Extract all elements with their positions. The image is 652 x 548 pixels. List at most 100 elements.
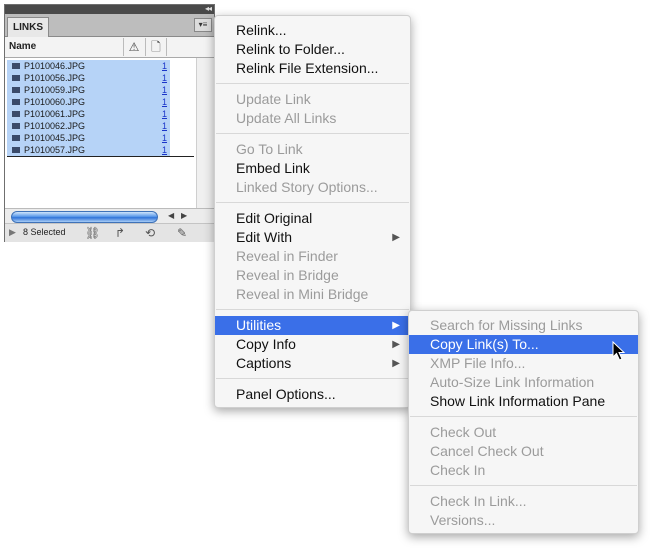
menu-item-go-to-link[interactable]: Go To Link — [215, 140, 410, 159]
menu-item-relink[interactable]: Relink... — [215, 21, 410, 40]
submenu-arrow-icon: ▶ — [392, 320, 400, 331]
menu-separator — [216, 309, 409, 310]
file-name: P1010061.JPG — [24, 109, 86, 119]
disclosure-triangle-icon[interactable]: ▶ — [9, 227, 16, 238]
menu-item-reveal-in-finder[interactable]: Reveal in Finder — [215, 247, 410, 266]
panel-title-bar[interactable]: ◂◂ — [5, 4, 214, 14]
file-name: P1010046.JPG — [24, 61, 86, 71]
image-file-icon — [12, 99, 20, 105]
page-link[interactable]: 1 — [162, 84, 167, 96]
list-item[interactable]: P1010062.JPG 1 — [7, 120, 170, 132]
name-column-header[interactable]: Name — [9, 41, 36, 52]
menu-item-reveal-in-mini-bridge[interactable]: Reveal in Mini Bridge — [215, 285, 410, 304]
scroll-left-icon[interactable]: ◀ — [168, 209, 174, 223]
menu-item-auto-size-link-info[interactable]: Auto-Size Link Information — [409, 373, 638, 392]
page-link[interactable]: 1 — [162, 96, 167, 108]
menu-item-search-missing-links[interactable]: Search for Missing Links — [409, 316, 638, 335]
submenu-arrow-icon: ▶ — [392, 358, 400, 369]
menu-item-relink-to-folder[interactable]: Relink to Folder... — [215, 40, 410, 59]
panel-menu-button[interactable]: ▾≡ — [194, 18, 212, 32]
menu-item-show-link-info-pane[interactable]: Show Link Information Pane — [409, 392, 638, 411]
menu-item-edit-with[interactable]: Edit With ▶ — [215, 228, 410, 247]
relink-icon[interactable]: ⛓ — [85, 226, 100, 240]
links-panel: ◂◂ LINKS ▾≡ Name ⚠ 🗋 P1010046.JPG 1 P101… — [4, 4, 215, 242]
menu-item-label: Edit With — [236, 229, 293, 245]
menu-item-panel-options[interactable]: Panel Options... — [215, 385, 410, 404]
list-item[interactable]: P1010046.JPG 1 — [7, 60, 170, 72]
scroll-right-icon[interactable]: ▶ — [181, 209, 187, 223]
menu-separator — [216, 378, 409, 379]
menu-item-linked-story-options[interactable]: Linked Story Options... — [215, 178, 410, 197]
file-name: P1010045.JPG — [24, 133, 86, 143]
menu-separator — [216, 133, 409, 134]
menu-item-copy-links-to[interactable]: Copy Link(s) To... — [409, 335, 638, 354]
menu-item-embed-link[interactable]: Embed Link — [215, 159, 410, 178]
link-info-divider[interactable] — [7, 156, 194, 157]
page-link[interactable]: 1 — [162, 132, 167, 144]
page-link[interactable]: 1 — [162, 60, 167, 72]
menu-separator — [410, 416, 637, 417]
file-name: P1010056.JPG — [24, 73, 86, 83]
menu-separator — [216, 83, 409, 84]
image-file-icon — [12, 147, 20, 153]
edit-original-icon[interactable]: ✎ — [177, 226, 187, 240]
menu-item-cancel-check-out[interactable]: Cancel Check Out — [409, 442, 638, 461]
file-name: P1010062.JPG — [24, 121, 86, 131]
menu-item-copy-info[interactable]: Copy Info ▶ — [215, 335, 410, 354]
update-link-icon[interactable]: ⟲ — [145, 226, 155, 240]
submenu-arrow-icon: ▶ — [392, 339, 400, 350]
links-context-menu: Relink... Relink to Folder... Relink Fil… — [214, 15, 411, 408]
selection-count: 8 Selected — [23, 227, 66, 237]
file-name: P1010060.JPG — [24, 97, 86, 107]
menu-item-reveal-in-bridge[interactable]: Reveal in Bridge — [215, 266, 410, 285]
horizontal-scrollbar[interactable]: ◀ ▶ — [5, 208, 214, 223]
file-name: P1010057.JPG — [24, 145, 86, 155]
list-item[interactable]: P1010060.JPG 1 — [7, 96, 170, 108]
menu-item-relink-file-extension[interactable]: Relink File Extension... — [215, 59, 410, 78]
menu-item-edit-original[interactable]: Edit Original — [215, 209, 410, 228]
menu-item-xmp-file-info[interactable]: XMP File Info... — [409, 354, 638, 373]
menu-item-check-in-link[interactable]: Check In Link... — [409, 492, 638, 511]
menu-item-label: Utilities — [236, 317, 282, 333]
go-to-link-icon[interactable]: ↱ — [115, 226, 125, 240]
page-icon[interactable]: 🗋 — [145, 38, 167, 56]
menu-item-utilities[interactable]: Utilities ▶ — [215, 316, 410, 335]
image-file-icon — [12, 63, 20, 69]
menu-separator — [216, 202, 409, 203]
links-list: P1010046.JPG 1 P1010056.JPG 1 P1010059.J… — [5, 58, 196, 208]
page-link[interactable]: 1 — [162, 144, 167, 156]
image-file-icon — [12, 135, 20, 141]
menu-item-update-all-links[interactable]: Update All Links — [215, 109, 410, 128]
menu-item-captions[interactable]: Captions ▶ — [215, 354, 410, 373]
list-item[interactable]: P1010059.JPG 1 — [7, 84, 170, 96]
menu-item-label: Copy Info — [236, 336, 296, 352]
image-file-icon — [12, 111, 20, 117]
list-item[interactable]: P1010056.JPG 1 — [7, 72, 170, 84]
menu-item-label: Captions — [236, 355, 292, 371]
list-item[interactable]: P1010061.JPG 1 — [7, 108, 170, 120]
mouse-cursor-icon — [612, 341, 626, 361]
panel-footer: ▶ 8 Selected ⛓ ↱ ⟲ ✎ — [5, 223, 214, 242]
panel-tab-bar: LINKS ▾≡ — [5, 14, 214, 37]
warning-icon[interactable]: ⚠ — [123, 38, 144, 56]
menu-item-check-in[interactable]: Check In — [409, 461, 638, 480]
scroll-thumb[interactable] — [11, 211, 158, 223]
file-name: P1010059.JPG — [24, 85, 86, 95]
submenu-arrow-icon: ▶ — [392, 232, 400, 243]
list-item[interactable]: P1010057.JPG 1 — [7, 144, 170, 156]
vertical-scrollbar[interactable] — [196, 58, 215, 208]
page-link[interactable]: 1 — [162, 120, 167, 132]
menu-item-versions[interactable]: Versions... — [409, 511, 638, 530]
menu-separator — [410, 485, 637, 486]
column-header: Name ⚠ 🗋 — [5, 37, 214, 58]
page-link[interactable]: 1 — [162, 108, 167, 120]
image-file-icon — [12, 123, 20, 129]
menu-item-check-out[interactable]: Check Out — [409, 423, 638, 442]
tab-links[interactable]: LINKS — [7, 17, 49, 37]
collapse-icon[interactable]: ◂◂ — [205, 4, 212, 13]
image-file-icon — [12, 75, 20, 81]
menu-item-update-link[interactable]: Update Link — [215, 90, 410, 109]
page-link[interactable]: 1 — [162, 72, 167, 84]
list-item[interactable]: P1010045.JPG 1 — [7, 132, 170, 144]
image-file-icon — [12, 87, 20, 93]
